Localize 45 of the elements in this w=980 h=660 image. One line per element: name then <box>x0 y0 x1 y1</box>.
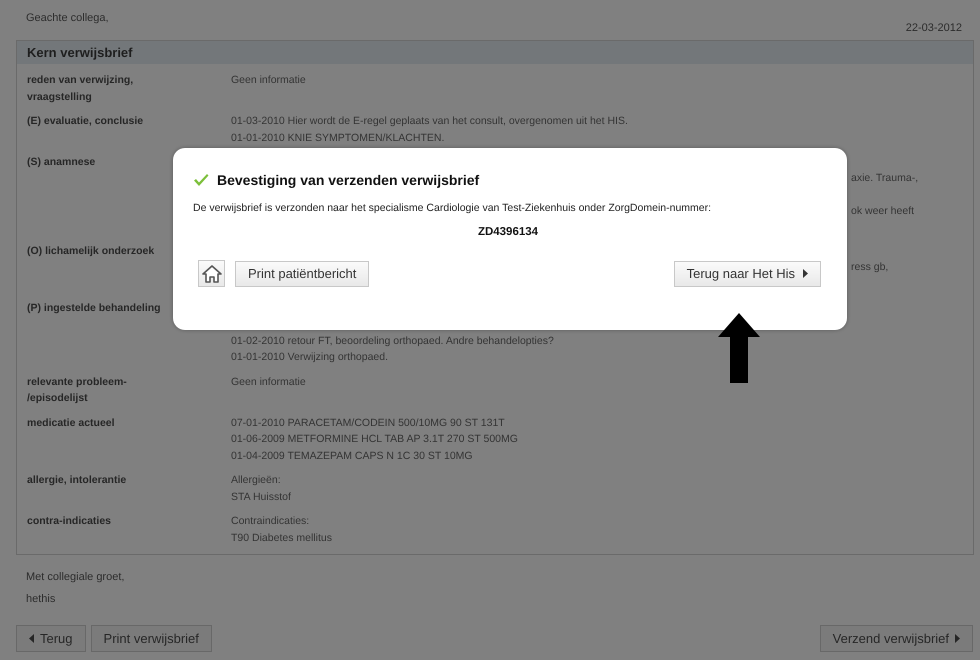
home-icon <box>202 264 222 282</box>
date-text: 22-03-2012 <box>906 21 962 36</box>
field-value: Geen informatie <box>231 73 306 88</box>
field-label: (P) ingestelde behandeling <box>27 300 161 316</box>
field-value: Allergieën: <box>231 473 281 488</box>
checkmark-icon <box>193 173 209 187</box>
field-label: (S) anamnese <box>27 155 96 170</box>
back-button[interactable]: Terug <box>16 625 86 652</box>
field-value: 01-06-2009 METFORMINE HCL TAB AP 3.1T 270 ST 500MG <box>231 432 518 447</box>
caret-left-icon <box>29 634 34 643</box>
greeting-text: Geachte collega, <box>26 11 109 26</box>
field-label: contra-indicaties <box>27 514 112 529</box>
print-patient-message-button[interactable]: Print patiëntbericht <box>235 260 370 286</box>
field-value: 01-01-2010 KNIE SYMPTOMEN/KLACHTEN. <box>231 130 444 146</box>
field-value: 01-02-2010 retour FT, beoordeling orthopaed. Andre behandelopties? <box>231 334 554 348</box>
field-label: allergie, intolerantie <box>27 473 126 488</box>
caret-right-icon <box>955 634 960 643</box>
field-label: medicatie actueel <box>27 416 115 430</box>
field-label: (O) lichamelijk onderzoek <box>27 244 154 259</box>
field-value: 01-01-2010 Verwijzing orthopaed. <box>231 350 388 365</box>
home-button[interactable] <box>198 260 225 287</box>
send-letter-button[interactable]: Verzend verwijsbrief <box>820 625 973 652</box>
field-value: ress gb, <box>851 260 888 275</box>
field-value: STA Huisstof <box>231 490 291 504</box>
up-arrow-icon <box>718 313 760 383</box>
dialog-message: De verwijsbrief is verzonden naar het specialisme Cardiologie van Test-Ziekenhuis onder ZorgDomein-nummer: <box>193 202 712 214</box>
field-label: reden van verwijzing, vraagstelling <box>27 73 134 104</box>
return-button[interactable]: Terug naar Het His <box>674 260 821 286</box>
field-value: axie. Trauma-, <box>851 171 918 186</box>
field-value: ok weer heeft <box>851 204 914 218</box>
referral-number: ZD4396134 <box>476 226 540 238</box>
field-value: 01-04-2009 TEMAZEPAM CAPS N 1C 30 ST 10MG <box>231 448 473 464</box>
field-label: (E) evaluatie, conclusie <box>27 114 144 129</box>
field-value: 07-01-2010 PARACETAM/CODEIN 500/10MG 90 ST 131T <box>231 416 505 430</box>
caret-right-icon <box>803 269 808 278</box>
closing-text: hethis <box>26 592 56 607</box>
field-label: relevante probleem- /episodelijst <box>27 374 128 406</box>
print-letter-button[interactable]: Print verwijsbrief <box>90 625 212 652</box>
panel-header: Kern verwijsbrief <box>17 41 973 64</box>
dialog-title: Bevestiging van verzenden verwijsbrief <box>217 172 480 188</box>
closing-text: Met collegiale groet, <box>26 570 126 585</box>
field-value: Geen informatie <box>231 374 306 390</box>
field-value: Contraindicaties: <box>231 514 310 529</box>
field-value: T90 Diabetes mellitus <box>231 530 332 546</box>
field-value: 01-03-2010 Hier wordt de E-regel geplaats van het consult, overgenomen uit het HIS. <box>231 114 628 129</box>
